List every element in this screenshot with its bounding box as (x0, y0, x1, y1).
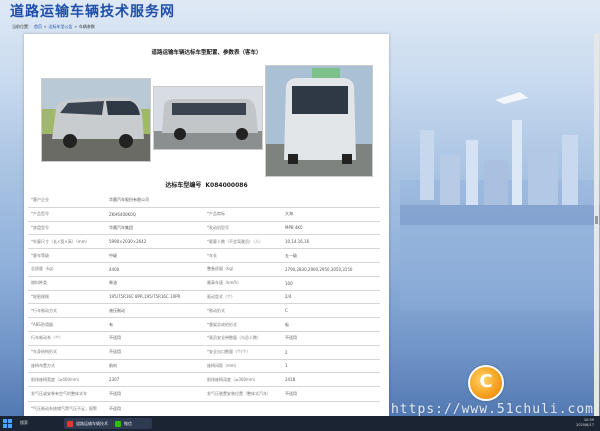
taskbar-clock[interactable]: 10:39 2020/6/17 (576, 418, 594, 428)
table-row: *客户企业 华晨汽车股份有限公司 (28, 194, 380, 208)
page-scrollbar[interactable] (594, 34, 599, 421)
record-number: 达标车型编号 K084000086 (24, 180, 389, 189)
vehicle-photo-front[interactable] (41, 78, 151, 162)
panel-title: 道路运输车辆达标车型配置、参数表（客车） (151, 50, 262, 56)
vehicle-photo-side[interactable] (153, 86, 263, 150)
table-row: *ABS防滑器有 *悬架总成的形式板 (28, 317, 380, 332)
table-row: 座椅布置方式 前向 座椅间距（mm） 1 (28, 359, 380, 374)
table-row: *外廓尺寸（长×宽×高）（mm） 5990×2030×2642 *载客人数（不含驾驶… (28, 234, 380, 250)
table-row: 总质量（kg） 4400 整备质量（kg） 2790,2830,2900,2950,3… (28, 262, 380, 277)
breadcrumb-separator: » (44, 24, 47, 29)
spec-table: *客户企业 华晨汽车股份有限公司 *产品型号 ZKH6400K0Q *产品商标 大海 *… (28, 194, 380, 418)
table-row: *车身结构形式 不适用 *安全出口数量（个/个） 2 (28, 345, 380, 360)
table-row: 发气压或安装有空气的整体式车 不适用 发气压装置安装位置（整体式汽车） 不适用 (28, 386, 380, 403)
table-row: *产品型号 ZKH6400K0Q *产品商标 大海 (28, 207, 380, 222)
table-row: *客车等级 中级 *车长 五一级 (28, 248, 380, 263)
record-number-value: K084000086 (205, 182, 248, 189)
taskbar-app-wechat[interactable]: 微信 (112, 418, 152, 429)
vehicle-photo-rear[interactable] (265, 65, 373, 177)
scrollbar-thumb[interactable] (595, 216, 598, 224)
table-row: 前排座椅宽度（≥400mm） 2307 前排座椅深度（≥300mm） 2418 (28, 372, 380, 388)
record-number-label: 达标车型编号 (165, 182, 202, 189)
table-row: *轮胎规格 195/75R16C 8PR,195/75R16C 10PR 驱动型式（… (28, 290, 380, 305)
table-row: 行车制动系（个） 不适用 *乘员安全带数量（与总人数） 不适用 (28, 331, 380, 346)
site-title[interactable]: 道路运输车辆技术服务网 (10, 1, 175, 21)
windows-start-icon[interactable] (3, 419, 12, 428)
table-row: 燃料种类 柴油 最高车速（km/h） 100 (28, 276, 380, 291)
breadcrumb-home-link[interactable]: 首页 (34, 24, 42, 29)
browser-icon (67, 420, 73, 427)
breadcrumb-prefix: 当前位置： (12, 24, 32, 29)
table-row: *行车制动方式 液压制动 *制动形式 C (28, 303, 380, 319)
taskbar-search[interactable]: 搜索 (20, 420, 28, 426)
vehicle-spec-panel: 道路运输车辆达标车型配置、参数表（客车） 达标车型编号 K084000086 *… (24, 34, 389, 421)
breadcrumb-separator: » (74, 24, 77, 29)
site-logo-badge: C (468, 365, 504, 401)
taskbar-app-label: 道路运输车辆技术 (76, 421, 108, 426)
breadcrumb-current: 车辆参数 (78, 24, 95, 29)
table-row: *底盘型号 华晨汽车集团 *发动机型号 MPB 4K0 (28, 221, 380, 236)
taskbar: 搜索 道路运输车辆技术 微信 10:39 2020/6/17 (0, 416, 600, 431)
watermark-text: https://www.51chuli.com (390, 402, 594, 417)
city-background (400, 92, 600, 310)
breadcrumb-catalog-link[interactable]: 达标车型公告 (48, 24, 72, 29)
taskbar-app-label: 微信 (124, 421, 132, 426)
breadcrumb: 当前位置： 首页» 达标车型公告» 车辆参数 (12, 24, 97, 30)
wechat-icon (115, 420, 121, 427)
table-row: *气压制动系统储气筒气压不足，报警 不适用 (28, 401, 380, 418)
clock-date: 2020/6/17 (576, 423, 594, 427)
